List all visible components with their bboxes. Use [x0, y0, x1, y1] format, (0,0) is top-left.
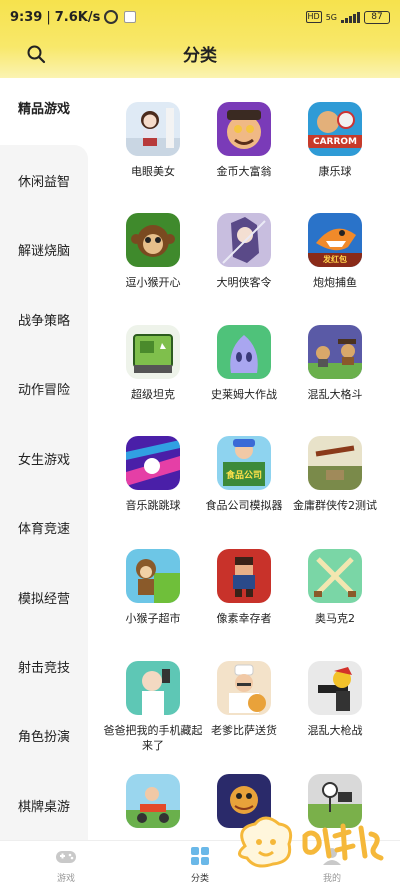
game-item-music-ball[interactable]: 音乐跳跳球: [103, 436, 203, 513]
game-item-dianyan[interactable]: 电眼美女: [103, 102, 203, 179]
game-name: 金币大富翁: [216, 165, 272, 178]
gamepad-icon: [56, 851, 76, 863]
pizza-chef-icon: [217, 661, 271, 715]
game-name: 金庸群侠传2测试: [293, 499, 377, 512]
status-bar: 9:39 | 7.6K/s HD 5G 87: [10, 6, 390, 28]
sidebar-item-strategy[interactable]: 战争策略: [0, 310, 90, 329]
game-item-slime[interactable]: 史莱姆大作战: [194, 325, 294, 402]
game-name: 老爹比萨送货: [211, 724, 277, 737]
sidebar-item-action[interactable]: 动作冒险: [0, 379, 90, 398]
jinyong-icon: [308, 436, 362, 490]
sidebar-item-puzzle[interactable]: 解谜烧脑: [0, 240, 90, 259]
carrom-icon: CARROM: [308, 102, 362, 156]
slime-icon: [217, 325, 271, 379]
game-name: 超级坦克: [131, 388, 175, 401]
sidebar-item-simulation[interactable]: 模拟经营: [0, 588, 90, 607]
game-item-jinbi[interactable]: 金币大富翁: [194, 102, 294, 179]
tab-games-label: 游戏: [56, 874, 75, 884]
game-item-kangle[interactable]: CARROM 康乐球: [285, 102, 385, 179]
network-gen: 5G: [325, 12, 337, 22]
game-item-food-company[interactable]: 食品公司 食品公司模拟器: [194, 436, 294, 513]
food-company-logo-text: 食品公司: [225, 471, 262, 481]
hd-badge: HD: [305, 11, 322, 23]
game-name: 混乱大枪战: [307, 724, 363, 737]
game-name: 奥马克2: [315, 612, 355, 625]
game-name: 音乐跳跳球: [125, 499, 181, 512]
game-name: 逗小猴开心: [125, 276, 181, 289]
battery-icon: 87: [364, 10, 390, 24]
red-packet-badge: 发红包: [323, 255, 347, 264]
tab-games[interactable]: 游戏: [26, 847, 106, 884]
scooter-icon: [126, 774, 180, 828]
page-title: 分类: [183, 46, 217, 66]
status-right: HD 5G 87: [305, 10, 390, 24]
status-net-speed: 7.6K/s: [54, 9, 101, 25]
game-item-gunfight[interactable]: 混乱大枪战: [285, 661, 385, 738]
category-sidebar: 精品游戏 休闲益智 解谜烧脑 战争策略 动作冒险 女生游戏 体育竞速 模拟经营 …: [0, 78, 90, 845]
game-item-jinyong[interactable]: 金庸群侠传2测试: [285, 436, 385, 513]
dad-phone-icon: [126, 661, 180, 715]
game-item-scooter[interactable]: [103, 774, 203, 836]
game-name: 康乐球: [318, 165, 352, 178]
game-item-dad-phone[interactable]: 爸爸把我的手机藏起来了: [103, 661, 203, 753]
sidebar-item-board[interactable]: 棋牌桌游: [0, 796, 90, 815]
game-item-omak[interactable]: 奥马克2: [285, 549, 385, 626]
sidebar-item-featured[interactable]: 精品游戏: [0, 78, 90, 145]
game-name: 电眼美女: [131, 165, 175, 178]
game-name: 像素幸存者: [216, 612, 272, 625]
game-name: 史莱姆大作战: [211, 388, 277, 401]
gunfight-icon: [308, 661, 362, 715]
sidebar-item-casual[interactable]: 休闲益智: [0, 171, 90, 190]
game-name: 大明侠客令: [216, 276, 272, 289]
game-name: 混乱大格斗: [307, 388, 363, 401]
game-item-pizza[interactable]: 老爹比萨送货: [194, 661, 294, 738]
monkey-market-icon: [126, 549, 180, 603]
sidebar-item-shooter[interactable]: 射击竞技: [0, 657, 90, 676]
game-item-paopao[interactable]: 发红包 炮炮捕鱼: [285, 213, 385, 290]
game-name: 小猴子超市: [125, 612, 181, 625]
sidebar-item-girls[interactable]: 女生游戏: [0, 449, 90, 468]
sidebar-item-sports[interactable]: 体育竞速: [0, 518, 90, 537]
status-time: 9:39: [10, 9, 43, 25]
signal-icon: [341, 11, 360, 23]
anime-girl-icon: [126, 102, 180, 156]
shark-icon: 发红包: [308, 213, 362, 267]
tank-icon: [126, 325, 180, 379]
game-item-tank[interactable]: 超级坦克: [103, 325, 203, 402]
game-item-pixel[interactable]: 像素幸存者: [194, 549, 294, 626]
carrom-logo-text: CARROM: [312, 137, 358, 147]
notification-icon: [124, 11, 137, 23]
game-name: 食品公司模拟器: [205, 499, 283, 512]
game-name: 炮炮捕鱼: [313, 276, 357, 289]
swords-icon: [308, 549, 362, 603]
game-item-daming[interactable]: 大明侠客令: [194, 213, 294, 290]
sidebar-item-rpg[interactable]: 角色扮演: [0, 726, 90, 745]
watermark-logo: [238, 816, 384, 868]
monkey-icon: [126, 213, 180, 267]
food-company-icon: 食品公司: [217, 436, 271, 490]
music-ball-icon: [126, 436, 180, 490]
alarm-icon: [104, 10, 119, 24]
brawl-icon: [308, 325, 362, 379]
game-name: 爸爸把我的手机藏起来了: [103, 724, 203, 752]
app-header: 9:39 | 7.6K/s HD 5G 87 分类: [0, 0, 400, 78]
swordswoman-icon: [217, 213, 271, 267]
rich-man-icon: [217, 102, 271, 156]
game-grid: 电眼美女 金币大富翁 CARROM 康乐球 逗小猴开心 大明侠客令 发红包 炮炮…: [100, 78, 400, 840]
game-item-monkey[interactable]: 逗小猴开心: [103, 213, 203, 290]
game-item-monkey-market[interactable]: 小猴子超市: [103, 549, 203, 626]
category-icon: [191, 847, 209, 865]
status-separator: |: [46, 9, 51, 25]
game-item-brawl[interactable]: 混乱大格斗: [285, 325, 385, 402]
pixel-survivor-icon: [217, 549, 271, 603]
